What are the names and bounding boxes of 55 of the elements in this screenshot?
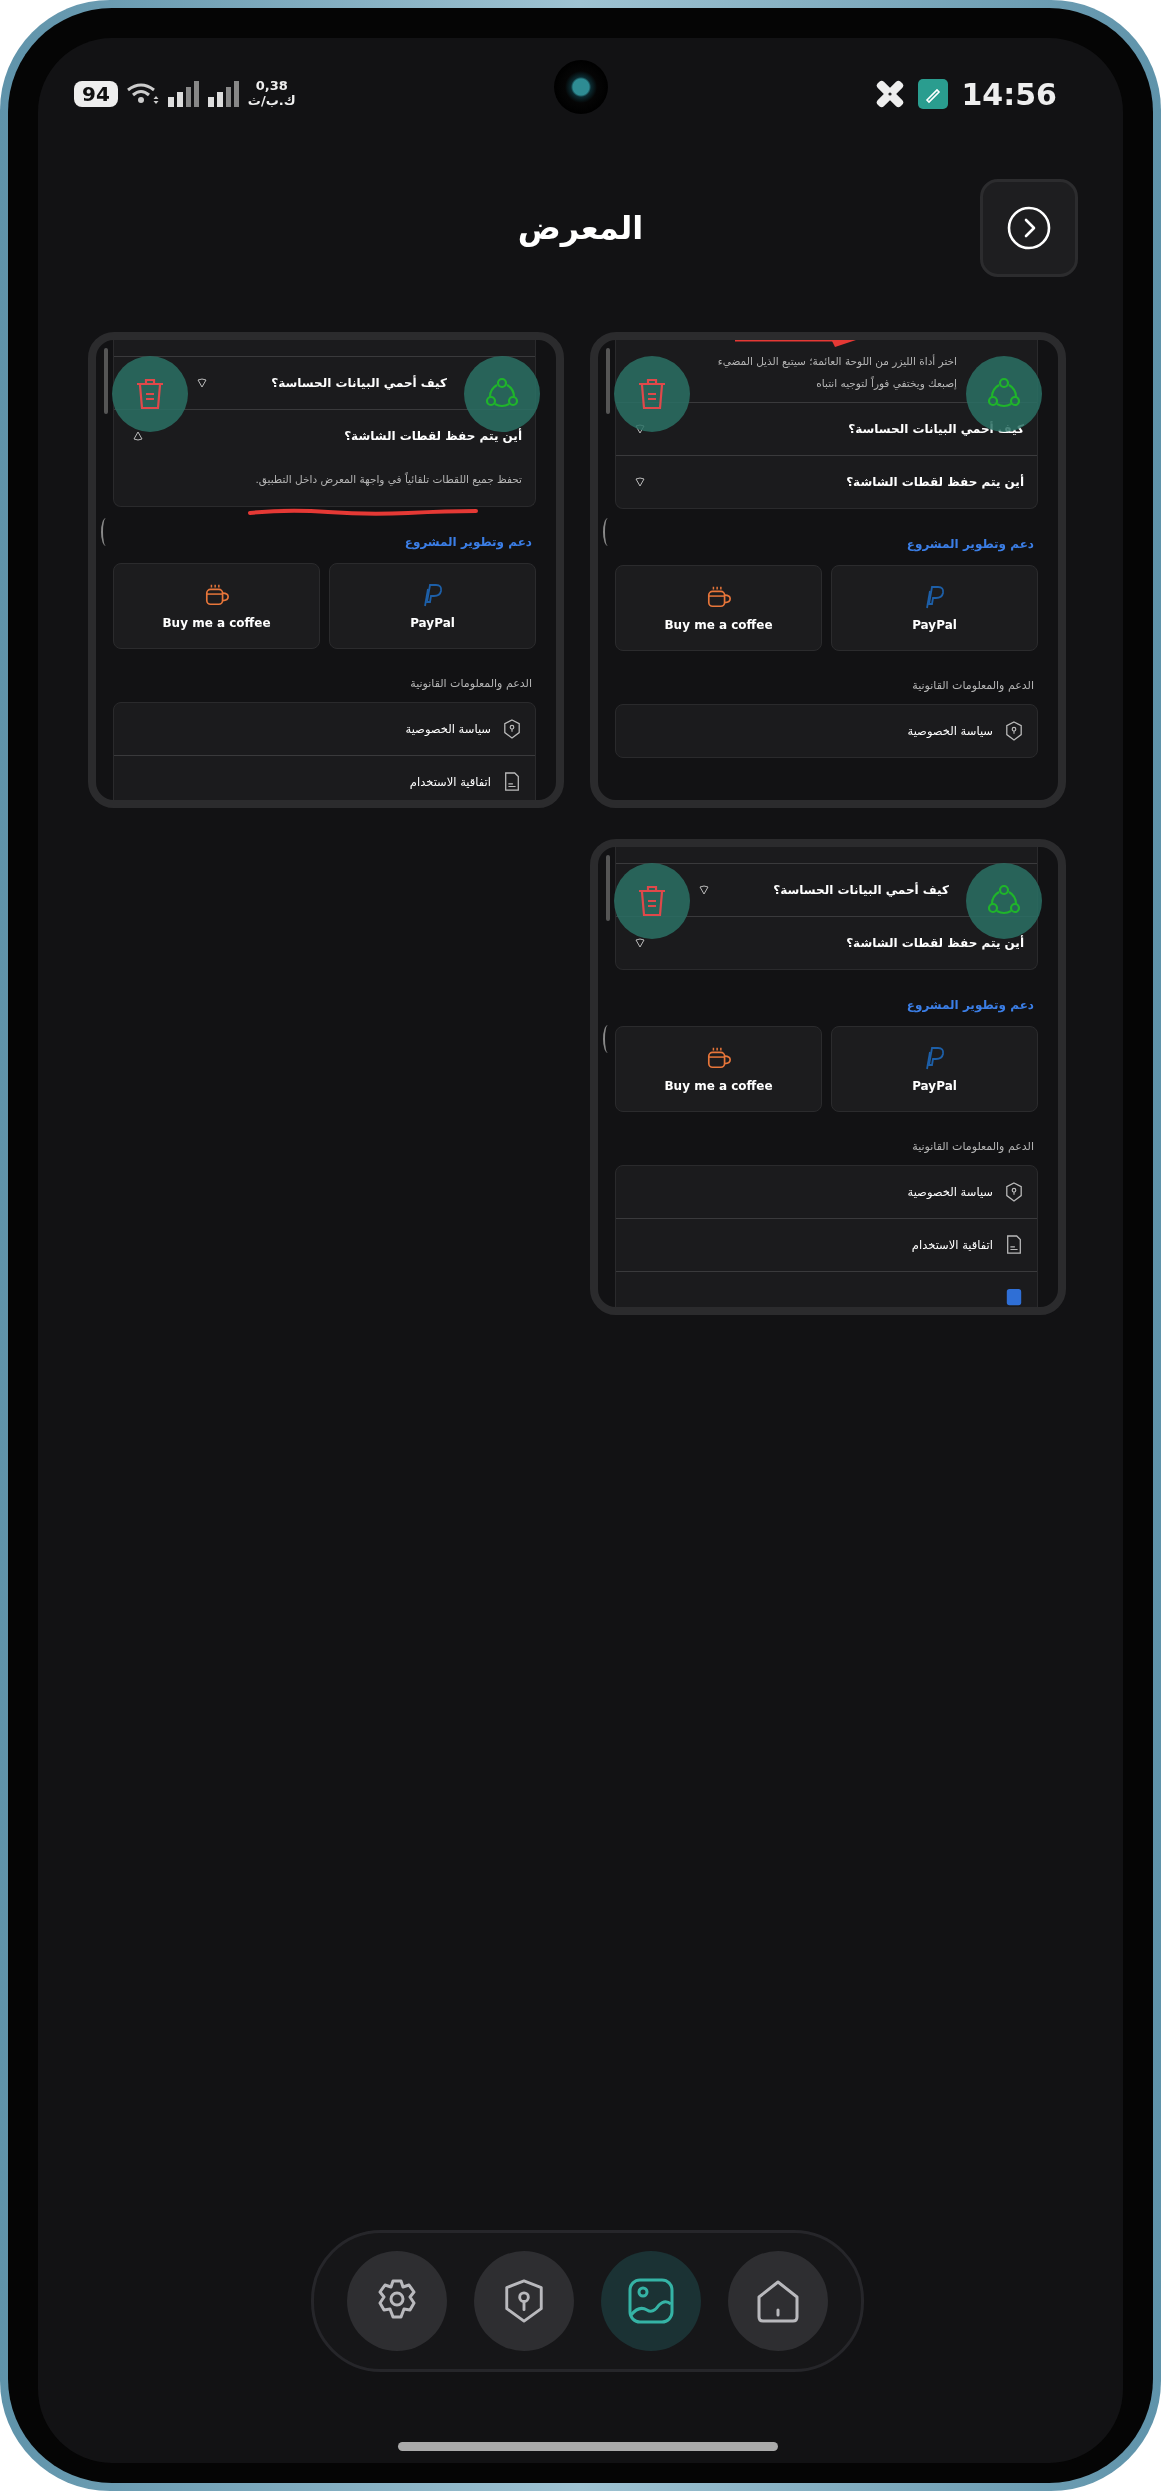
coffee-cup-icon (705, 1045, 732, 1071)
faq-question[interactable]: كيف أحمي البيانات الحساسة؟ (848, 422, 1024, 436)
donate-button[interactable]: Buy me a coffee (615, 1026, 822, 1112)
screenshot-thumbnail[interactable] (590, 332, 1066, 808)
chevron-right-icon (1007, 206, 1051, 250)
donate-button[interactable]: PayPal (831, 565, 1038, 651)
trash-icon (637, 377, 667, 411)
battery-indicator: 94 (74, 81, 118, 107)
coffee-cup-icon (203, 582, 230, 608)
faq-answer: تحفظ جميع اللقطات تلقائياً في واجهة المعرض داخل التطبيق. (255, 473, 522, 485)
section-heading: الدعم والمعلومات القانونية (911, 679, 1034, 692)
clock-time: 14:56 (961, 76, 1057, 112)
legal-item[interactable]: اتفاقية الاستخدام (114, 755, 535, 800)
donate-button[interactable]: PayPal (329, 563, 536, 649)
scrollbar-thumb (104, 348, 108, 414)
faq-answer: اختر أداة الليزر من اللوحة العائمة؛ سيتبع الذيل المضيء إصبعك ويختفي فوراً لتوجيه انتباه (717, 355, 957, 389)
faq-question[interactable]: أين يتم حفظ لقطات الشاشة؟ (344, 429, 522, 443)
trash-icon (637, 884, 667, 918)
wifi-icon (125, 82, 160, 106)
speed-value: 0,38 (255, 79, 288, 94)
shield-icon (1005, 721, 1023, 741)
shield-icon (1005, 1182, 1023, 1202)
scrollbar-thumb (606, 855, 610, 921)
section-heading: الدعم والمعلومات القانونية (911, 1140, 1034, 1153)
speed-unit: ك.ب/ث (247, 94, 296, 109)
document-icon (1005, 1235, 1023, 1255)
donate-button[interactable]: Buy me a coffee (113, 563, 320, 649)
document-icon (503, 772, 521, 792)
bandage-icon (875, 80, 904, 108)
section-heading: الدعم والمعلومات القانونية (409, 677, 532, 690)
page-title: المعرض (517, 209, 644, 247)
shield-icon (503, 719, 521, 739)
legal-item[interactable]: سياسة الخصوصية (114, 703, 535, 755)
signal-icon (207, 81, 240, 107)
legal-item[interactable]: سياسة الخصوصية (616, 705, 1037, 757)
signal-icon (167, 81, 200, 107)
legal-item[interactable]: سياسة الخصوصية (616, 1166, 1037, 1218)
square-icon (1005, 1288, 1023, 1307)
scrollbar-thumb (606, 348, 610, 414)
trash-icon (135, 377, 165, 411)
donate-button[interactable]: Buy me a coffee (615, 565, 822, 651)
faq-question[interactable]: أين يتم حفظ لقطات الشاشة؟ (846, 936, 1024, 950)
section-heading: دعم وتطوير المشروع (905, 537, 1034, 551)
coffee-cup-icon (705, 584, 732, 610)
section-heading: دعم وتطوير المشروع (905, 998, 1034, 1012)
image-icon (627, 2277, 675, 2325)
donate-button[interactable]: PayPal (831, 1026, 1038, 1112)
screenshot-thumbnail[interactable] (88, 332, 564, 808)
faq-question[interactable]: كيف أحمي البيانات الحساسة؟ (271, 376, 447, 390)
pen-icon (917, 79, 948, 109)
section-heading: دعم وتطوير المشروع (403, 535, 532, 549)
legal-item[interactable]: اتفاقية الاستخدام (616, 1218, 1037, 1271)
faq-question[interactable]: كيف أحمي البيانات الحساسة؟ (773, 883, 949, 897)
back-button[interactable] (980, 179, 1078, 277)
faq-question[interactable]: أين يتم حفظ لقطات الشاشة؟ (846, 475, 1024, 489)
